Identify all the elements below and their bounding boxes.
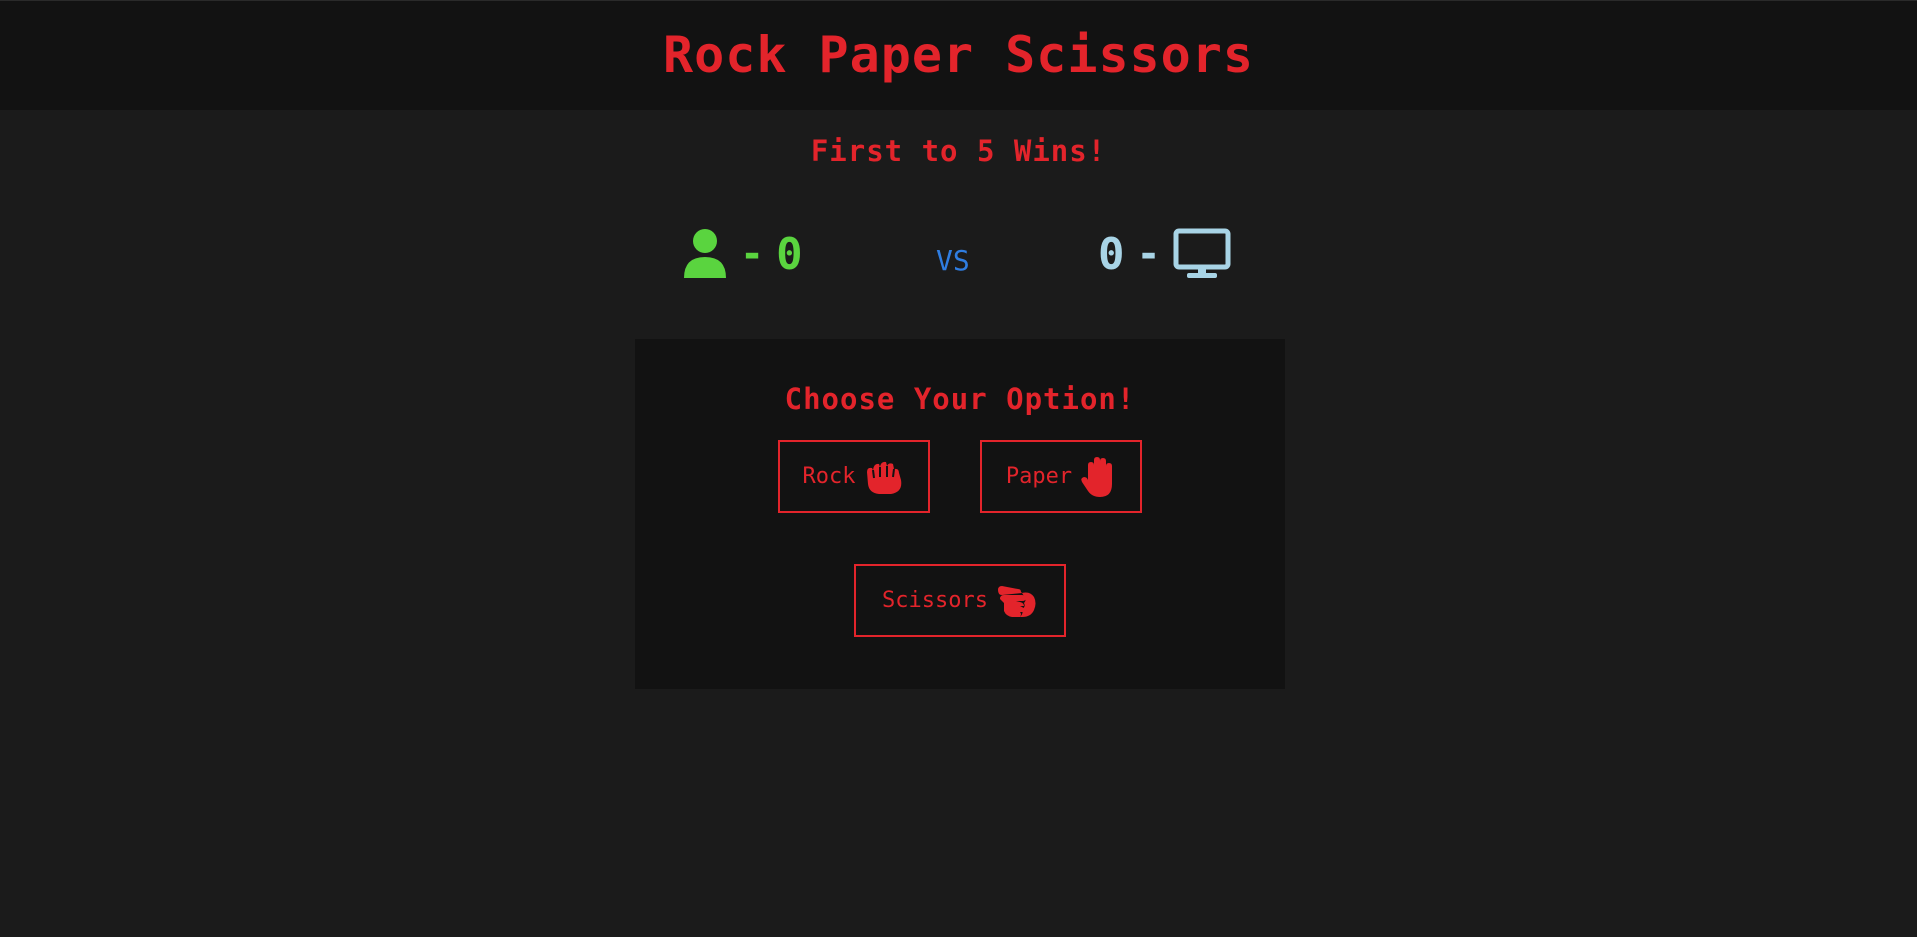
player-dash: - xyxy=(740,231,765,277)
desktop-icon xyxy=(1173,228,1231,280)
header-bar: Rock Paper Scissors xyxy=(0,0,1917,110)
scissors-button-label: Scissors xyxy=(882,588,988,613)
rock-button-label: Rock xyxy=(802,464,856,489)
game-rule-subtitle: First to 5 Wins! xyxy=(810,134,1107,168)
page-title: Rock Paper Scissors xyxy=(663,25,1254,84)
scissors-button[interactable]: Scissors xyxy=(854,564,1066,637)
options-panel: Choose Your Option! Rock Paper Scissors xyxy=(635,339,1285,689)
scoreboard: - 0 VS 0 - xyxy=(0,222,1917,282)
hand-scissors-icon xyxy=(996,583,1038,619)
hand-rock-icon xyxy=(863,458,905,496)
computer-dash: - xyxy=(1136,231,1161,277)
paper-button-label: Paper xyxy=(1005,464,1073,489)
versus-label: VS xyxy=(936,244,970,277)
hand-paper-icon xyxy=(1080,456,1116,498)
player-score-value: 0 xyxy=(776,228,803,280)
paper-button[interactable]: Paper xyxy=(980,440,1142,513)
computer-score-value: 0 xyxy=(1098,228,1125,280)
user-icon xyxy=(682,228,728,280)
computer-score: 0 - xyxy=(1098,228,1231,280)
player-score: - 0 xyxy=(682,228,803,280)
rock-button[interactable]: Rock xyxy=(778,440,930,513)
options-title: Choose Your Option! xyxy=(784,382,1136,416)
